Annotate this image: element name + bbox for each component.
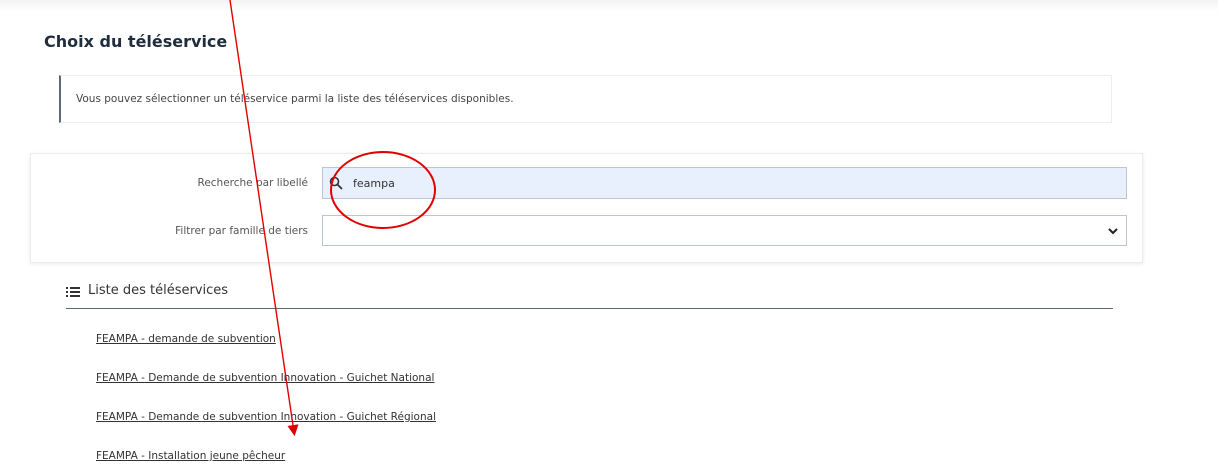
service-link[interactable]: FEAMPA - Demande de subvention Innovatio… — [96, 411, 436, 423]
top-bar — [0, 0, 1218, 11]
service-link[interactable]: FEAMPA - Installation jeune pêcheur — [96, 450, 285, 462]
info-box: Vous pouvez sélectionner un téléservice … — [59, 75, 1112, 123]
list-header: Liste des téléservices — [66, 283, 1113, 309]
page-title: Choix du téléservice — [44, 32, 228, 51]
search-field[interactable] — [322, 167, 1127, 199]
search-label: Recherche par libellé — [197, 177, 309, 189]
search-icon — [329, 176, 343, 190]
list-icon — [66, 287, 80, 297]
family-filter-label: Filtrer par famille de tiers — [175, 225, 308, 237]
family-filter-select[interactable] — [322, 215, 1127, 246]
chevron-down-icon — [1108, 228, 1118, 235]
service-link[interactable]: FEAMPA - Demande de subvention Innovatio… — [96, 372, 434, 384]
service-link[interactable]: FEAMPA - demande de subvention — [96, 333, 276, 345]
search-input[interactable] — [353, 168, 1113, 198]
info-text: Vous pouvez sélectionner un téléservice … — [76, 93, 514, 105]
list-title: Liste des téléservices — [88, 283, 229, 298]
